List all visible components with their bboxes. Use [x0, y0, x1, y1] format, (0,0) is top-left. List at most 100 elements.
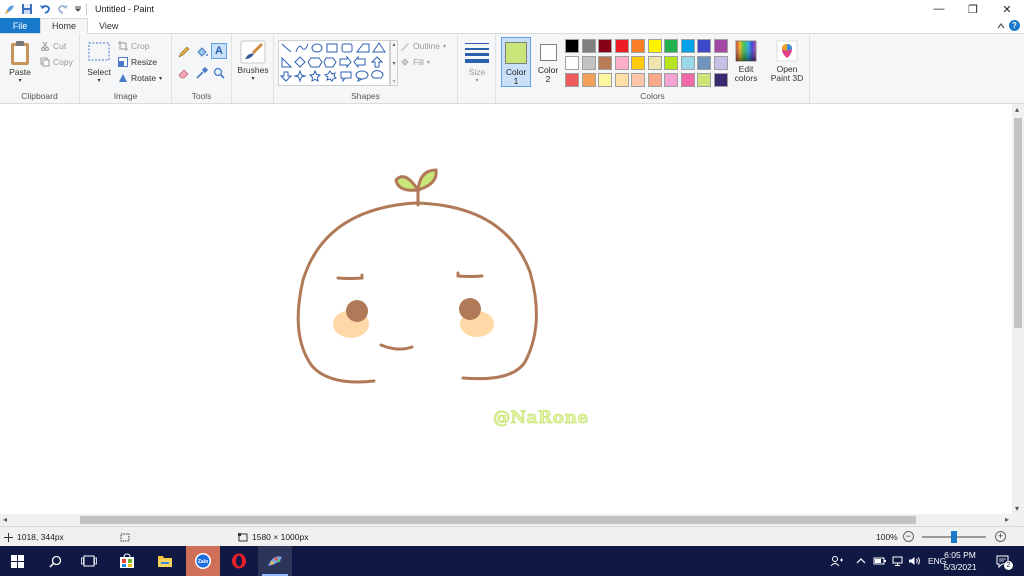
- save-icon[interactable]: [20, 2, 34, 16]
- palette-swatch[interactable]: [614, 73, 629, 87]
- palette-swatch[interactable]: [664, 39, 678, 53]
- collapse-ribbon-icon[interactable]: [997, 22, 1005, 30]
- palette-swatch[interactable]: [697, 39, 711, 53]
- taskbar-zalo[interactable]: Zalo: [186, 546, 220, 576]
- palette-swatch[interactable]: [565, 56, 579, 70]
- select-button[interactable]: Select ▾: [86, 42, 112, 86]
- task-view-button[interactable]: [72, 546, 106, 576]
- vertical-scrollbar[interactable]: ▴ ▾: [1012, 104, 1024, 514]
- palette-swatch[interactable]: [631, 56, 645, 70]
- close-button[interactable]: ✕: [990, 0, 1024, 18]
- help-icon[interactable]: ?: [1009, 20, 1020, 31]
- open-paint3d-button[interactable]: Open Paint 3D: [768, 40, 806, 83]
- cut-button[interactable]: Cut: [40, 41, 66, 51]
- action-center-button[interactable]: 2: [988, 546, 1018, 576]
- color2-button[interactable]: Color 2: [534, 37, 562, 87]
- magnifier-tool[interactable]: [211, 65, 227, 81]
- eyedropper-icon: [196, 67, 208, 79]
- palette-swatch[interactable]: [565, 39, 579, 53]
- taskbar-app-store[interactable]: [110, 546, 144, 576]
- palette-swatch[interactable]: [631, 73, 645, 87]
- size-label: Size: [468, 67, 486, 77]
- palette-swatch[interactable]: [697, 56, 711, 70]
- shapes-gallery: [278, 40, 390, 86]
- palette-swatch[interactable]: [598, 73, 612, 87]
- palette-swatch[interactable]: [647, 39, 662, 53]
- fill-tool[interactable]: [194, 44, 210, 60]
- zoom-out-button[interactable]: −: [903, 531, 914, 542]
- tab-home[interactable]: Home: [40, 18, 89, 34]
- show-hidden-icons-icon[interactable]: [856, 557, 866, 565]
- minimize-button[interactable]: —: [922, 0, 956, 18]
- redo-icon[interactable]: [56, 2, 70, 16]
- scroll-up-icon[interactable]: ▴: [1015, 105, 1019, 114]
- brushes-button[interactable]: Brushes ▾: [236, 40, 270, 84]
- paste-button[interactable]: Paste ▾: [6, 40, 34, 86]
- edit-colors-button[interactable]: Edit colors: [732, 40, 760, 83]
- palette-swatch[interactable]: [581, 73, 596, 87]
- drawing-canvas[interactable]: @NaRone: [0, 104, 1012, 514]
- palette-swatch[interactable]: [713, 39, 728, 53]
- palette-swatch[interactable]: [631, 39, 645, 53]
- palette-swatch[interactable]: [581, 56, 596, 70]
- tab-file[interactable]: File: [0, 18, 40, 33]
- text-tool[interactable]: A: [211, 43, 227, 59]
- palette-swatch[interactable]: [680, 56, 695, 70]
- battery-icon[interactable]: [873, 556, 887, 566]
- palette-swatch[interactable]: [680, 73, 695, 87]
- fill-button[interactable]: Fill ▾: [400, 57, 430, 67]
- start-button[interactable]: [0, 546, 34, 576]
- palette-swatch[interactable]: [680, 39, 695, 53]
- scroll-down-icon[interactable]: ▾: [1015, 504, 1019, 513]
- palette-swatch[interactable]: [598, 56, 612, 70]
- cut-label: Cut: [53, 41, 67, 51]
- color-palette: [565, 39, 731, 91]
- shapes-scroll[interactable]: ▴ ▾ ▿: [390, 40, 398, 86]
- palette-swatch[interactable]: [713, 56, 728, 70]
- customize-qat-icon[interactable]: [74, 2, 82, 16]
- scroll-left-icon[interactable]: ◂: [3, 515, 7, 524]
- palette-swatch[interactable]: [614, 56, 629, 70]
- palette-swatch[interactable]: [647, 56, 662, 70]
- palette-swatch[interactable]: [664, 56, 678, 70]
- color-picker-tool[interactable]: [194, 65, 210, 81]
- palette-swatch[interactable]: [614, 39, 629, 53]
- search-button[interactable]: [38, 546, 72, 576]
- vertical-scroll-thumb[interactable]: [1014, 118, 1022, 328]
- rotate-button[interactable]: Rotate ▾: [118, 73, 162, 83]
- scroll-right-icon[interactable]: ▸: [1005, 515, 1009, 524]
- people-icon[interactable]: [830, 555, 844, 567]
- pencil-tool[interactable]: [176, 44, 192, 60]
- taskbar-file-explorer[interactable]: [148, 546, 182, 576]
- network-icon[interactable]: [892, 556, 903, 566]
- tab-view[interactable]: View: [88, 18, 129, 33]
- palette-swatch[interactable]: [581, 39, 596, 53]
- outline-button[interactable]: Outline ▾: [400, 41, 446, 51]
- select-label: Select: [87, 67, 111, 77]
- color1-button[interactable]: Color 1: [501, 37, 531, 87]
- palette-swatch[interactable]: [713, 73, 728, 87]
- volume-icon[interactable]: [908, 556, 921, 566]
- horizontal-scroll-thumb[interactable]: [80, 516, 916, 524]
- size-button[interactable]: Size ▾: [462, 41, 492, 86]
- selection-size: [120, 527, 130, 547]
- maximize-button[interactable]: ❐: [956, 0, 990, 18]
- horizontal-scrollbar[interactable]: ◂ ▸: [0, 514, 1012, 526]
- resize-label: Resize: [131, 57, 157, 67]
- clock[interactable]: 6:05 PM 5/3/2021: [936, 549, 984, 573]
- resize-button[interactable]: Resize: [118, 57, 157, 67]
- taskbar-opera[interactable]: [222, 546, 256, 576]
- crop-button[interactable]: Crop: [118, 41, 149, 51]
- eraser-tool[interactable]: [176, 65, 192, 81]
- palette-swatch[interactable]: [598, 39, 612, 53]
- palette-swatch[interactable]: [647, 73, 662, 87]
- paint-app-icon[interactable]: [2, 2, 16, 16]
- zoom-slider-thumb[interactable]: [951, 531, 957, 543]
- palette-swatch[interactable]: [697, 73, 711, 87]
- copy-button[interactable]: Copy: [40, 57, 73, 67]
- undo-icon[interactable]: [38, 2, 52, 16]
- palette-swatch[interactable]: [664, 73, 678, 87]
- palette-swatch[interactable]: [565, 73, 579, 87]
- zoom-in-button[interactable]: +: [995, 531, 1006, 542]
- taskbar-paint[interactable]: [258, 546, 292, 576]
